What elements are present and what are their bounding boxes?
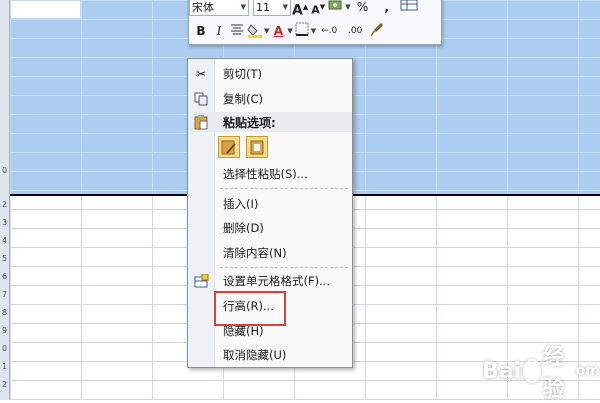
fill-color-button[interactable] [247, 22, 263, 40]
font-color-button[interactable]: A [270, 22, 286, 40]
row-number[interactable]: 2 [0, 380, 9, 389]
row-number[interactable]: 6 [0, 272, 9, 281]
menu-item-copy[interactable]: 复制(C) [188, 88, 352, 110]
paste-values-icon [250, 140, 264, 155]
menu-item-clear-contents[interactable]: 清除内容(N) [188, 242, 352, 264]
format-cells-icon [188, 270, 214, 292]
menu-item-label: 剪切(T) [223, 67, 262, 81]
paste-icon[interactable] [218, 136, 240, 158]
paste-keep-format-icon [221, 140, 236, 155]
highlight-annotation [214, 291, 286, 326]
menu-item-paste-special[interactable]: 选择性粘贴(S)... [188, 163, 352, 185]
mini-toolbar: 宋体 ▼ 11 ▼ A▲ A▼ ▼ % , B I ▼ A ▼ ▼ ←.0 .0… [188, 0, 442, 45]
paintbrush-icon [370, 22, 384, 37]
chevron-down-icon: ▼ [240, 2, 246, 11]
menu-item-label: 插入(I) [223, 197, 259, 211]
format-painter-button[interactable] [369, 22, 385, 40]
active-cell[interactable] [10, 0, 81, 19]
borders-icon [295, 22, 309, 36]
italic-button[interactable]: I [211, 22, 227, 40]
borders-button[interactable] [294, 22, 310, 40]
menu-item-label: 选择性粘贴(S)... [223, 167, 308, 181]
watermark: Bai 经验 om [482, 342, 600, 402]
chevron-down-icon[interactable]: ▼ [264, 27, 269, 35]
row-number[interactable]: 0 [0, 344, 9, 353]
copy-icon [188, 88, 214, 110]
menu-item-label: 删除(D) [223, 221, 264, 235]
number-format-button[interactable] [328, 0, 344, 16]
chevron-down-icon[interactable]: ▼ [287, 27, 292, 35]
paste-options-row [218, 136, 274, 158]
menu-item-cut[interactable]: ✂ 剪切(T) [188, 63, 352, 85]
row-number[interactable]: 3 [0, 218, 9, 227]
menu-item-label: 清除内容(N) [223, 246, 287, 260]
chevron-down-icon[interactable]: ▼ [345, 3, 350, 11]
format-painter-button[interactable] [400, 0, 418, 16]
menu-item-label: 复制(C) [223, 92, 264, 106]
chevron-down-icon[interactable]: ▼ [311, 27, 316, 35]
row-number[interactable]: 0 [0, 166, 9, 175]
row-number[interactable]: 9 [0, 326, 9, 335]
watermark-brand: Bai [482, 358, 522, 384]
menu-separator [220, 188, 348, 189]
bold-button[interactable]: B [193, 22, 209, 40]
menu-separator [220, 267, 348, 268]
watermark-tail: 经验 [542, 345, 565, 402]
shrink-font-button[interactable]: A▼ [310, 0, 326, 17]
percent-button[interactable]: % [352, 0, 374, 16]
menu-item-format-cells[interactable]: 设置单元格格式(F)... [188, 270, 352, 292]
font-size-value: 11 [256, 0, 270, 14]
menu-item-label: 取消隐藏(U) [223, 348, 287, 362]
table-icon [400, 0, 418, 11]
clipboard-icon [188, 114, 214, 130]
row-number[interactable]: 8 [0, 308, 9, 317]
row-number[interactable]: 1 [0, 362, 9, 371]
menu-item-insert[interactable]: 插入(I) [188, 193, 352, 215]
row-headers[interactable]: 0 2 3 4 5 6 7 8 9 0 1 2 [0, 0, 10, 400]
watermark-suffix: om [575, 363, 600, 379]
scissors-icon: ✂ [195, 67, 207, 81]
menu-item-delete[interactable]: 删除(D) [188, 217, 352, 239]
grow-font-button[interactable]: A▲ [292, 0, 308, 19]
align-center-icon [231, 24, 243, 35]
paw-icon [523, 359, 541, 383]
font-size-select[interactable]: 11 ▼ [253, 0, 291, 16]
font-name-select[interactable]: 宋体 ▼ [189, 0, 249, 16]
decrease-decimal-button[interactable]: .00 [343, 22, 367, 40]
paste-options-header: 粘贴选项: [188, 112, 352, 132]
row-number[interactable]: 4 [0, 236, 9, 245]
menu-item-unhide[interactable]: 取消隐藏(U) [188, 344, 352, 366]
chevron-down-icon: ▼ [282, 2, 288, 11]
row-number[interactable]: 2 [0, 200, 9, 209]
font-name-value: 宋体 [192, 0, 214, 14]
increase-decimal-button[interactable]: ←.0 [317, 22, 341, 40]
currency-icon [328, 0, 342, 10]
align-center-button[interactable] [229, 22, 245, 40]
row-number[interactable]: 7 [0, 290, 9, 299]
paint-bucket-icon [247, 24, 262, 38]
paste-icon[interactable] [246, 136, 268, 158]
row-number[interactable]: 5 [0, 254, 9, 263]
comma-button[interactable]: , [376, 0, 398, 16]
menu-item-label: 设置单元格格式(F)... [223, 274, 331, 288]
menu-header-label: 粘贴选项: [223, 115, 276, 130]
